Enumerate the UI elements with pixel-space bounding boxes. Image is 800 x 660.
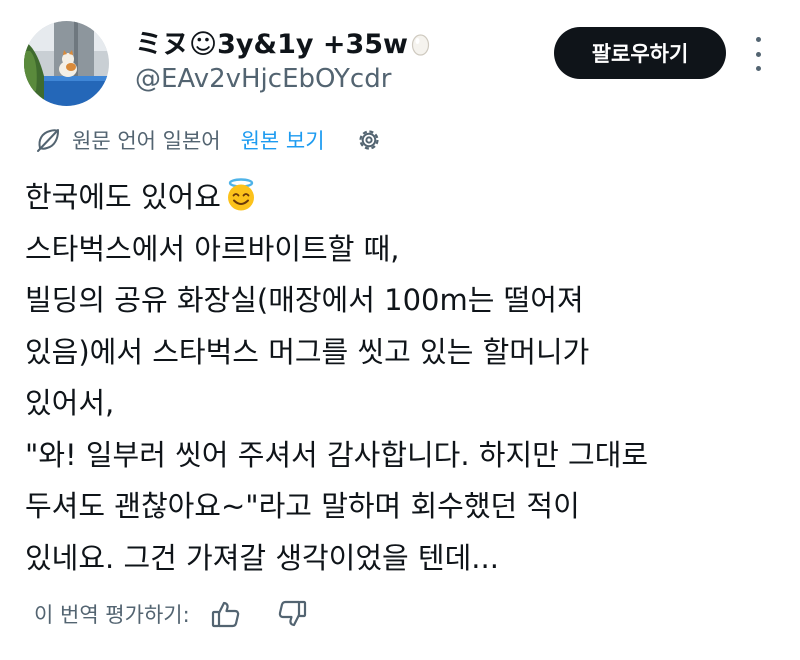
more-vertical-icon[interactable]	[751, 37, 765, 71]
body-line: 있음)에서 스타벅스 머그를 씻고 있는 할머니가	[25, 334, 590, 369]
body-line: "와! 일부러 씻어 주셔서 감사합니다. 하지만 그대로	[25, 437, 649, 472]
translate-icon	[37, 129, 59, 152]
rate-translation-bar: 이 번역 평가하기:	[34, 596, 308, 632]
rate-translation-label: 이 번역 평가하기:	[34, 603, 190, 627]
thumbs-up-icon[interactable]	[210, 598, 242, 630]
egg-icon	[411, 34, 430, 56]
smiling-face-with-halo-emoji	[227, 178, 254, 211]
body-line: 스타벅스에서 아르바이트할 때,	[25, 231, 400, 266]
body-line: 빌딩의 공유 화장실(매장에서 100m는 떨어져	[25, 283, 584, 317]
display-name[interactable]: ミヌ☺3y&1y +35w	[135, 22, 430, 61]
gear-icon[interactable]	[355, 126, 383, 154]
user-handle[interactable]: @EAv2vHjcEbOYcdr	[135, 64, 391, 94]
display-name-text: ミヌ☺3y&1y +35w	[135, 29, 409, 60]
follow-button[interactable]: 팔로우하기	[554, 27, 726, 79]
body-line: 두셔도 괜찮아요~"라고 말하며 회수했던 적이	[25, 489, 580, 523]
body-line: 있네요. 그건 가져갈 생각이었을 텐데...	[25, 540, 499, 575]
translation-bar: 원문 언어 일본어 원본 보기	[34, 122, 383, 158]
body-line: 한국에도 있어요	[25, 172, 725, 224]
body-line-text: 한국에도 있어요	[25, 180, 221, 214]
body-line: 있어서,	[25, 386, 115, 420]
show-original-link[interactable]: 원본 보기	[241, 125, 325, 155]
source-language-note: 원문 언어 일본어	[72, 129, 221, 153]
tweet-body: 한국에도 있어요 스타벅스에서 아르바이트할 때, 빌딩의 공유 화장실(매장에…	[25, 172, 725, 584]
avatar[interactable]	[24, 21, 109, 106]
thumbs-down-icon[interactable]	[276, 598, 308, 630]
cat-photo-avatar	[24, 21, 109, 106]
